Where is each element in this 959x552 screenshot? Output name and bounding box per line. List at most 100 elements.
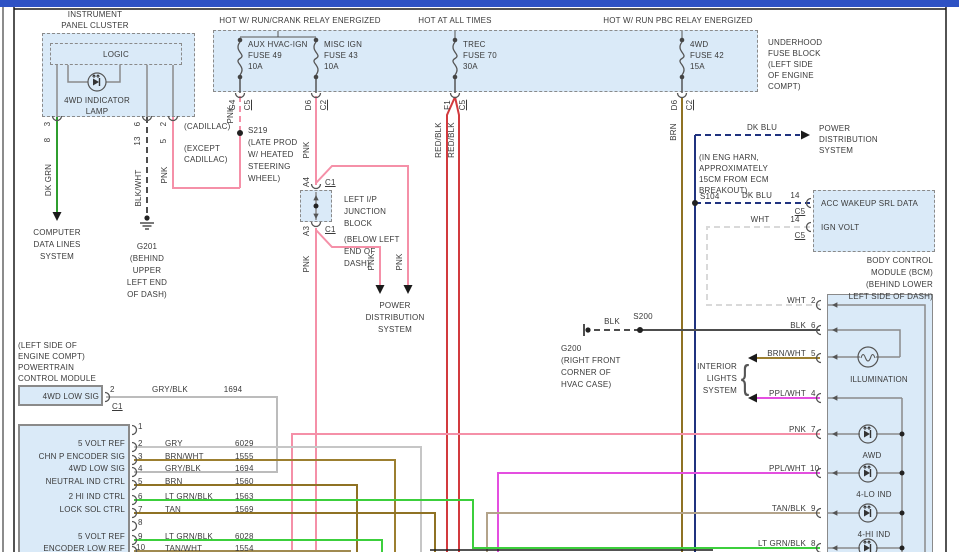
led-4wd-indicator-lamp-emission-arrow bbox=[93, 75, 96, 78]
label-s104-5: S104 bbox=[700, 193, 719, 201]
fuse-misc-ign-terminal bbox=[314, 38, 319, 43]
label-pcm2-r2: CHN P ENCODER SIG bbox=[39, 453, 125, 461]
interior-lights-brace: { bbox=[741, 361, 750, 395]
label-pcm2-n7: 6028 bbox=[235, 533, 254, 541]
led-pin8-icon bbox=[859, 539, 877, 552]
label-sw-6: 6 bbox=[811, 322, 816, 330]
label-pcm1-c1: C1 bbox=[112, 403, 123, 411]
label-pcm2-c8: TAN/WHT bbox=[165, 545, 202, 552]
label-sw-4: 4 bbox=[811, 390, 816, 398]
label-sw-4hi: 4-HI IND bbox=[858, 531, 891, 539]
label-wirelbl-redblk-2: RED/BLK bbox=[448, 122, 456, 158]
switch-pin6-int bbox=[827, 330, 900, 357]
label-pcm2-p1: 1 bbox=[138, 423, 143, 431]
label-fuse3-l1: TREC bbox=[463, 41, 486, 49]
label-pcm2-c6: TAN bbox=[165, 506, 181, 514]
label-pcm2-r1: 5 VOLT REF bbox=[78, 440, 125, 448]
label-jb-1: LEFT I/P bbox=[344, 196, 377, 204]
label-ils-1: INTERIOR bbox=[697, 363, 737, 371]
label-s104-3: 15CM FROM ECM bbox=[699, 176, 769, 184]
label-g200-3: CORNER OF bbox=[561, 369, 611, 377]
label-pcm2-r6: LOCK SOL CTRL bbox=[60, 506, 125, 514]
label-pds-mid-1: POWER bbox=[379, 302, 410, 310]
switch-entry-arrow-4 bbox=[832, 395, 837, 400]
label-pcm-2: ENGINE COMPT) bbox=[18, 353, 85, 361]
label-pcm2-r7: 5 VOLT REF bbox=[78, 533, 125, 541]
label-g200-2: (RIGHT FRONT bbox=[561, 357, 621, 365]
label-s104-2: APPROXIMATELY bbox=[699, 165, 768, 173]
switch-loop-pin2 bbox=[827, 305, 925, 552]
fuse-4wd-terminal bbox=[680, 75, 685, 80]
label-ils-3: SYSTEM bbox=[703, 387, 737, 395]
label-fuse4-l2: FUSE 42 bbox=[690, 52, 724, 60]
label-pcm2-p9: 9 bbox=[138, 533, 143, 541]
arrow-power-dist-right bbox=[404, 285, 413, 294]
label-pcm2-r8: ENCODER LOW REF bbox=[43, 545, 125, 552]
wiring-diagram: {INSTRUMENTPANEL CLUSTERHOT W/ RUN/CRANK… bbox=[0, 0, 959, 552]
label-wirelbl-dkblu-s104: DK BLU bbox=[742, 192, 772, 200]
label-sw-9: 9 bbox=[811, 505, 816, 513]
label-fuse4-l1: 4WD bbox=[690, 41, 708, 49]
fuse-trec-terminal bbox=[453, 38, 458, 43]
splice-s104 bbox=[692, 200, 698, 206]
label-fuse3-l3: 30A bbox=[463, 63, 478, 71]
label-ipc-pin-2: 2 bbox=[160, 122, 168, 127]
label-jb-c1-bottom: C1 bbox=[325, 226, 336, 234]
fuse-4wd bbox=[680, 38, 685, 80]
label-fuse2-l2: FUSE 43 bbox=[324, 52, 358, 60]
label-pcm2-p7: 7 bbox=[138, 506, 143, 514]
led-awd-icon bbox=[859, 425, 877, 443]
label-ipc-pin-5: 5 bbox=[160, 139, 168, 144]
label-pcm1-1694: 1694 bbox=[224, 386, 243, 394]
fuse-4wd-terminal bbox=[680, 38, 685, 43]
label-pcm2-p5: 5 bbox=[138, 478, 143, 486]
label-pcm2-n1: 6029 bbox=[235, 440, 254, 448]
ipc-led-left bbox=[68, 65, 88, 82]
label-bcm-name-4: LEFT SIDE OF DASH) bbox=[849, 293, 933, 301]
label-pcm2-n6: 1569 bbox=[235, 506, 254, 514]
wire-red-blk-left bbox=[447, 97, 455, 552]
label-wirelbl-blkwht: BLK/WHT bbox=[135, 170, 143, 207]
fuse-trec-terminal bbox=[453, 75, 458, 80]
led-awd-triangle bbox=[864, 431, 870, 438]
led-4wd-indicator-lamp-emission-arrow bbox=[97, 75, 100, 78]
label-bcm-acc-wakeup: ACC WAKEUP SRL DATA bbox=[821, 200, 918, 208]
label-sw-ltgrnblk: LT GRN/BLK bbox=[758, 540, 806, 548]
label-pcm2-r3: 4WD LOW SIG bbox=[69, 465, 125, 473]
label-fuse2-l1: MISC IGN bbox=[324, 41, 362, 49]
ground-g201-dot bbox=[144, 215, 149, 220]
label-pcm2-c2: BRN/WHT bbox=[165, 453, 204, 461]
label-s219-3: W/ HEATED bbox=[248, 151, 294, 159]
splice-s200 bbox=[637, 327, 643, 333]
label-wirelbl-pnk-aux: PNK bbox=[227, 106, 235, 123]
label-wirelbl-pnk-main: PNK bbox=[303, 255, 311, 272]
label-s104-1: (IN ENG HARN, bbox=[699, 154, 759, 162]
label-pcm2-p4: 4 bbox=[138, 465, 143, 473]
jb-arrow-top bbox=[313, 195, 318, 200]
arrow-ils-pplwht bbox=[748, 394, 757, 403]
label-wirelbl-brn: BRN bbox=[670, 123, 678, 141]
label-bcm-name-3: (BEHIND LOWER bbox=[866, 281, 933, 289]
led-pin8-circle bbox=[859, 539, 877, 552]
label-ils-2: LIGHTS bbox=[707, 375, 737, 383]
label-s200-label: S200 bbox=[633, 313, 652, 321]
label-pcm2-p3: 3 bbox=[138, 453, 143, 461]
label-ipc-pin-8: 8 bbox=[44, 138, 52, 143]
label-pcm-4: CONTROL MODULE bbox=[18, 375, 96, 383]
led-pin8-emission-arrow bbox=[868, 541, 871, 544]
label-ipc-pin-3: 3 bbox=[44, 122, 52, 127]
fuse-aux-hvac-ign-element bbox=[238, 42, 242, 75]
label-sw-tanblk: TAN/BLK bbox=[772, 505, 806, 513]
led-pin8-triangle bbox=[864, 545, 870, 552]
label-ipc-pin-13: 13 bbox=[134, 136, 142, 145]
switch-entry-arrow-5 bbox=[832, 354, 837, 359]
label-pcm2-r4: NEUTRAL IND CTRL bbox=[46, 478, 125, 486]
label-g200-1: G200 bbox=[561, 345, 581, 353]
label-pcm2-n4: 1560 bbox=[235, 478, 254, 486]
label-pds-tr-3: SYSTEM bbox=[819, 147, 853, 155]
label-wirelbl-dkblu-top: DK BLU bbox=[747, 124, 777, 132]
switch-entry-arrow-9 bbox=[832, 510, 837, 515]
label-ufb-l4: OF ENGINE bbox=[768, 72, 814, 80]
label-sw-7: 7 bbox=[811, 426, 816, 434]
wire-pnk-pin7 bbox=[292, 434, 820, 552]
